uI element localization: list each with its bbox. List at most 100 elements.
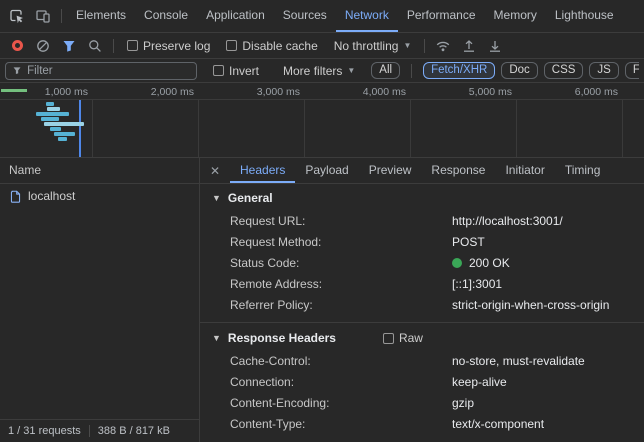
close-icon[interactable]: ✕ [200,158,230,183]
response-headers-section-title: Response Headers [228,331,336,345]
header-row: Request Method: POST [200,231,644,252]
more-filters-dropdown[interactable]: More filters ▼ [283,64,355,78]
timeline-gridline [622,99,623,157]
request-name: localhost [28,189,75,203]
toolbar-divider [424,39,425,53]
tab-memory[interactable]: Memory [485,0,546,32]
header-row: Referrer Policy: strict-origin-when-cros… [200,294,644,315]
chip-all[interactable]: All [371,62,400,79]
status-code-text: 200 OK [469,256,510,270]
tab-payload[interactable]: Payload [295,158,358,183]
disclosure-triangle-icon: ▼ [212,193,221,203]
timeline-tick: 6,000 ms [530,86,618,98]
tab-response[interactable]: Response [421,158,495,183]
filter-input[interactable] [5,62,197,80]
tab-network[interactable]: Network [336,0,398,32]
disable-cache-label: Disable cache [242,39,317,53]
disable-cache-checkbox[interactable]: Disable cache [226,39,317,53]
dropdown-caret-icon: ▼ [347,66,355,75]
tab-initiator[interactable]: Initiator [495,158,554,183]
network-conditions-icon[interactable] [430,33,456,59]
tab-lighthouse[interactable]: Lighthouse [546,0,623,32]
name-column-header[interactable]: Name [0,158,199,184]
search-icon[interactable] [82,33,108,59]
record-icon[interactable] [4,33,30,59]
response-headers-section: ▼ Response Headers Raw Cache-Control: no… [200,322,644,434]
invert-checkbox[interactable]: Invert [213,64,259,78]
tab-preview[interactable]: Preview [359,158,422,183]
waterfall-bar [58,137,67,141]
upload-icon[interactable] [456,33,482,59]
header-name: Referrer Policy: [230,298,452,312]
waterfall-bar [44,122,84,126]
general-section-title: General [228,191,273,205]
header-name: Content-Type: [230,417,452,431]
timeline-gridline [198,99,199,157]
network-main-area: Name localhost 1 / 31 requests 388 B / 8… [0,158,644,442]
timeline-tick: 5,000 ms [424,86,512,98]
tab-headers[interactable]: Headers [230,158,295,183]
filter-funnel-icon[interactable] [56,33,82,59]
tab-console[interactable]: Console [135,0,197,32]
response-headers-section-header[interactable]: ▼ Response Headers Raw [200,326,644,350]
preserve-log-checkbox[interactable]: Preserve log [127,39,210,53]
devtools-window: Elements Console Application Sources Net… [0,0,644,442]
requests-panel: Name localhost 1 / 31 requests 388 B / 8… [0,158,200,442]
chip-js[interactable]: JS [589,62,618,79]
status-divider [89,425,90,437]
clear-icon[interactable] [30,33,56,59]
request-row-localhost[interactable]: localhost [0,184,199,208]
header-name: Request URL: [230,214,452,228]
header-name: Cache-Control: [230,354,452,368]
status-ok-dot [452,258,462,268]
waterfall-bar [50,127,61,131]
header-value: POST [452,235,485,249]
chip-fetch-xhr[interactable]: Fetch/XHR [423,62,495,79]
chip-font[interactable]: Font [625,62,639,79]
header-name: Content-Encoding: [230,396,452,410]
timeline-ruler-line [0,99,644,100]
header-name: Remote Address: [230,277,452,291]
download-icon[interactable] [482,33,508,59]
throttling-value: No throttling [334,39,399,53]
header-row: Request URL: http://localhost:3001/ [200,210,644,231]
timeline-tick: 2,000 ms [106,86,194,98]
requests-count: 1 / 31 requests [8,425,81,437]
timeline-tick: 4,000 ms [318,86,406,98]
load-event-line [79,100,81,157]
general-section: ▼ General Request URL: http://localhost:… [200,186,644,315]
dropdown-caret-icon: ▼ [403,41,411,50]
timeline-green-bar [1,89,27,92]
details-tabbar: ✕ Headers Payload Preview Response Initi… [200,158,644,184]
waterfall-bar [47,107,60,111]
throttling-dropdown[interactable]: No throttling ▼ [334,39,412,53]
device-toolbar-icon[interactable] [30,3,56,29]
inspect-icon[interactable] [4,3,30,29]
filter-row: Invert More filters ▼ All Fetch/XHR Doc … [0,59,644,83]
network-toolbar: Preserve log Disable cache No throttling… [0,33,644,59]
filter-chips: All Fetch/XHR Doc CSS JS Font Img [371,62,639,79]
chip-css[interactable]: CSS [544,62,584,79]
header-value: keep-alive [452,375,507,389]
checkbox-box [226,40,237,51]
waterfall-bar [36,112,69,116]
timeline-gridline [92,99,93,157]
transferred-size: 388 B / 817 kB [98,425,170,437]
main-tabbar: Elements Console Application Sources Net… [0,0,644,33]
tab-timing[interactable]: Timing [555,158,611,183]
tab-performance[interactable]: Performance [398,0,485,32]
requests-panel-spacer [0,208,199,419]
network-overview-timeline[interactable]: 1,000 ms 2,000 ms 3,000 ms 4,000 ms 5,00… [0,83,644,158]
timeline-gridline [304,99,305,157]
tab-application[interactable]: Application [197,0,274,32]
more-filters-label: More filters [283,64,342,78]
filter-text-field[interactable] [27,65,190,77]
tab-sources[interactable]: Sources [274,0,336,32]
general-section-header[interactable]: ▼ General [200,186,644,210]
chip-doc[interactable]: Doc [501,62,537,79]
document-icon [9,190,22,203]
raw-checkbox[interactable]: Raw [383,331,423,345]
disclosure-triangle-icon: ▼ [212,333,221,343]
timeline-tick: 3,000 ms [212,86,300,98]
tab-elements[interactable]: Elements [67,0,135,32]
